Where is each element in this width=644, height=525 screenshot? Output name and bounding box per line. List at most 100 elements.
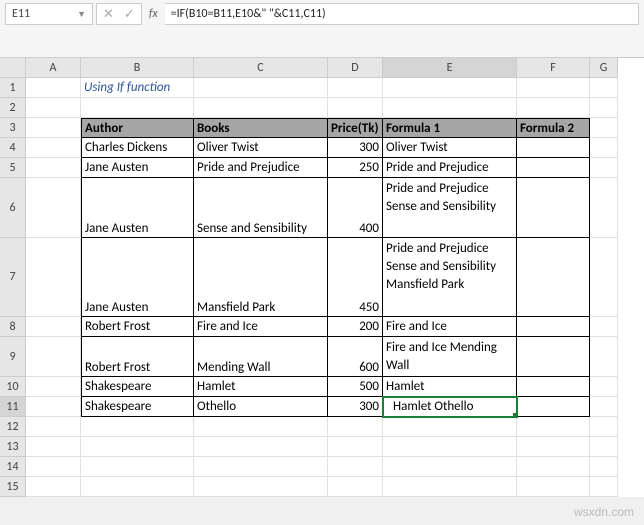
cell-C15[interactable] [194, 477, 328, 497]
cell-B15[interactable] [81, 477, 194, 497]
cell-D3[interactable]: Price(Tk) [328, 118, 383, 138]
cell-D15[interactable] [328, 477, 383, 497]
cell-F9[interactable] [517, 337, 590, 377]
cell-A2[interactable] [26, 98, 81, 118]
cell-B8[interactable]: Robert Frost [81, 317, 194, 337]
cell-A10[interactable] [26, 377, 81, 397]
cell-A6[interactable] [26, 178, 81, 238]
row-header-4[interactable]: 4 [0, 138, 26, 158]
cell-A11[interactable] [26, 397, 81, 417]
cell-C8[interactable]: Fire and Ice [194, 317, 328, 337]
cell-A8[interactable] [26, 317, 81, 337]
select-all-corner[interactable] [0, 58, 26, 78]
accept-icon[interactable]: ✓ [124, 7, 135, 22]
chevron-down-icon[interactable]: ▼ [77, 9, 86, 20]
row-header-12[interactable]: 12 [0, 417, 26, 437]
cell-E9[interactable]: Fire and Ice Mending Wall [383, 337, 517, 377]
col-header-D[interactable]: D [328, 58, 383, 78]
row-header-8[interactable]: 8 [0, 317, 26, 337]
cell-F4[interactable] [517, 138, 590, 158]
cell-B2[interactable] [81, 98, 194, 118]
col-header-F[interactable]: F [517, 58, 590, 78]
cell-C3[interactable]: Books [194, 118, 328, 138]
cell-B13[interactable] [81, 437, 194, 457]
col-header-A[interactable]: A [26, 58, 81, 78]
cell-F10[interactable] [517, 377, 590, 397]
cell-F8[interactable] [517, 317, 590, 337]
cell-D12[interactable] [328, 417, 383, 437]
cell-F12[interactable] [517, 417, 590, 437]
cell-A4[interactable] [26, 138, 81, 158]
cell-D9[interactable]: 600 [328, 337, 383, 377]
row-header-11[interactable]: 11 [0, 397, 26, 417]
cell-B12[interactable] [81, 417, 194, 437]
cell-E15[interactable] [383, 477, 517, 497]
cell-G4[interactable] [590, 138, 618, 158]
cell-C10[interactable]: Hamlet [194, 377, 328, 397]
row-header-9[interactable]: 9 [0, 337, 26, 377]
cell-G7[interactable] [590, 238, 618, 317]
row-header-1[interactable]: 1 [0, 78, 26, 98]
cell-E12[interactable] [383, 417, 517, 437]
cell-D14[interactable] [328, 457, 383, 477]
cell-E14[interactable] [383, 457, 517, 477]
cell-D6[interactable]: 400 [328, 178, 383, 238]
cell-D8[interactable]: 200 [328, 317, 383, 337]
cell-E6[interactable]: Pride and Prejudice Sense and Sensibilit… [383, 178, 517, 238]
cell-G10[interactable] [590, 377, 618, 397]
cell-B1[interactable]: Using If function [81, 78, 194, 98]
cell-B4[interactable]: Charles Dickens [81, 138, 194, 158]
cell-C14[interactable] [194, 457, 328, 477]
cell-F13[interactable] [517, 437, 590, 457]
cell-E7[interactable]: Pride and Prejudice Sense and Sensibilit… [383, 238, 517, 317]
cell-C2[interactable] [194, 98, 328, 118]
cell-F2[interactable] [517, 98, 590, 118]
cell-A3[interactable] [26, 118, 81, 138]
cell-D7[interactable]: 450 [328, 238, 383, 317]
cell-B14[interactable] [81, 457, 194, 477]
cell-A7[interactable] [26, 238, 81, 317]
cell-E2[interactable] [383, 98, 517, 118]
cell-C11[interactable]: Othello [194, 397, 328, 417]
grid-body[interactable]: Using If function [26, 78, 618, 497]
cell-B11[interactable]: Shakespeare [81, 397, 194, 417]
cell-B10[interactable]: Shakespeare [81, 377, 194, 397]
cell-F6[interactable] [517, 178, 590, 238]
cell-C12[interactable] [194, 417, 328, 437]
cell-F3[interactable]: Formula 2 [517, 118, 590, 138]
cell-E3[interactable]: Formula 1 [383, 118, 517, 138]
cell-G1[interactable] [590, 78, 618, 98]
cell-D4[interactable]: 300 [328, 138, 383, 158]
cell-F11[interactable] [517, 397, 590, 417]
cell-D13[interactable] [328, 437, 383, 457]
col-header-G[interactable]: G [590, 58, 618, 78]
cell-F7[interactable] [517, 238, 590, 317]
cell-F1[interactable] [517, 78, 590, 98]
cancel-icon[interactable]: ✕ [103, 7, 114, 22]
cell-C6[interactable]: Sense and Sensibility [194, 178, 328, 238]
cell-G3[interactable] [590, 118, 618, 138]
cell-E10[interactable]: Hamlet [383, 377, 517, 397]
cell-C5[interactable]: Pride and Prejudice [194, 158, 328, 178]
cell-E13[interactable] [383, 437, 517, 457]
cell-G12[interactable] [590, 417, 618, 437]
cell-G6[interactable] [590, 178, 618, 238]
row-header-5[interactable]: 5 [0, 158, 26, 178]
cell-G11[interactable] [590, 397, 618, 417]
cell-G2[interactable] [590, 98, 618, 118]
cell-G8[interactable] [590, 317, 618, 337]
col-header-C[interactable]: C [194, 58, 328, 78]
cell-B7[interactable]: Jane Austen [81, 238, 194, 317]
cell-E5[interactable]: Pride and Prejudice [383, 158, 517, 178]
cell-A13[interactable] [26, 437, 81, 457]
cell-E11[interactable]: Hamlet Othello [383, 397, 517, 417]
cell-C7[interactable]: Mansfield Park [194, 238, 328, 317]
cell-A14[interactable] [26, 457, 81, 477]
cell-D10[interactable]: 500 [328, 377, 383, 397]
cell-C9[interactable]: Mending Wall [194, 337, 328, 377]
cell-C1[interactable] [194, 78, 328, 98]
cell-C4[interactable]: Oliver Twist [194, 138, 328, 158]
cell-G14[interactable] [590, 457, 618, 477]
cell-B6[interactable]: Jane Austen [81, 178, 194, 238]
cell-G13[interactable] [590, 437, 618, 457]
